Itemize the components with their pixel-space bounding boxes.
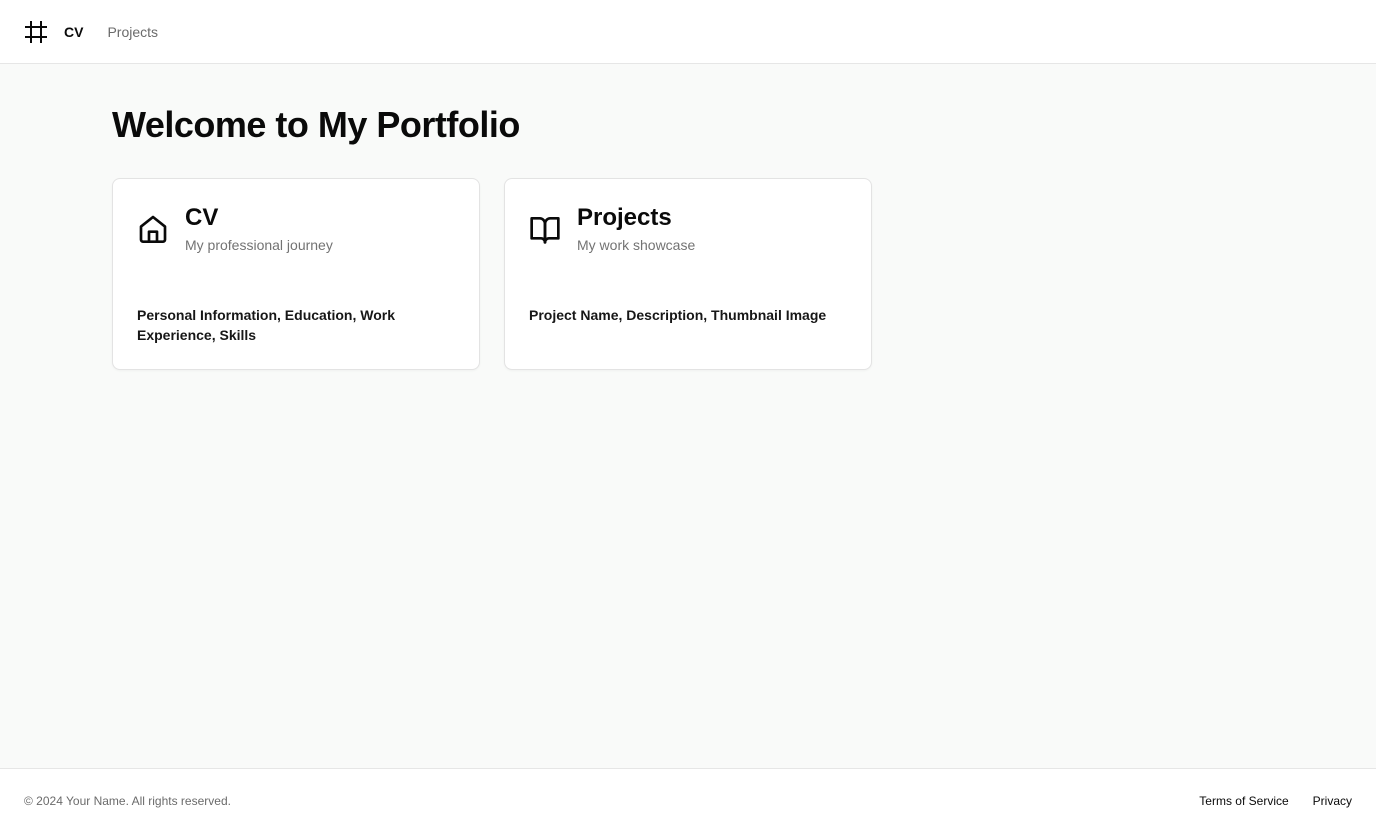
footer: © 2024 Your Name. All rights reserved. T… [0, 768, 1376, 833]
nav-link-projects[interactable]: Projects [107, 24, 158, 40]
footer-links: Terms of Service Privacy [1199, 794, 1352, 808]
card-body: Project Name, Description, Thumbnail Ima… [529, 307, 827, 323]
terms-of-service-link[interactable]: Terms of Service [1199, 794, 1288, 808]
card-titles: Projects My work showcase [577, 203, 695, 255]
main-content: Welcome to My Portfolio CV My profession… [0, 64, 1376, 768]
copyright-text: © 2024 Your Name. All rights reserved. [24, 794, 231, 808]
home-icon [137, 213, 169, 245]
card-body: Personal Information, Education, Work Ex… [137, 307, 395, 343]
card-titles: CV My professional journey [185, 203, 333, 255]
privacy-link[interactable]: Privacy [1313, 794, 1352, 808]
projects-card[interactable]: Projects My work showcase Project Name, … [504, 178, 872, 370]
card-header: Projects My work showcase [529, 203, 847, 255]
nav-link-cv[interactable]: CV [64, 24, 83, 40]
hash-icon[interactable] [24, 20, 48, 44]
cv-card[interactable]: CV My professional journey Personal Info… [112, 178, 480, 370]
page: CV Projects Welcome to My Portfolio CV M… [0, 0, 1376, 833]
card-header: CV My professional journey [137, 203, 455, 255]
card-title: Projects [577, 204, 672, 231]
card-grid: CV My professional journey Personal Info… [112, 178, 1264, 370]
top-nav-bar: CV Projects [0, 0, 1376, 64]
card-title: CV [185, 204, 219, 231]
card-subtitle: My work showcase [577, 237, 696, 253]
book-open-icon [529, 213, 561, 245]
card-subtitle: My professional journey [185, 237, 333, 253]
page-title: Welcome to My Portfolio [112, 104, 520, 145]
